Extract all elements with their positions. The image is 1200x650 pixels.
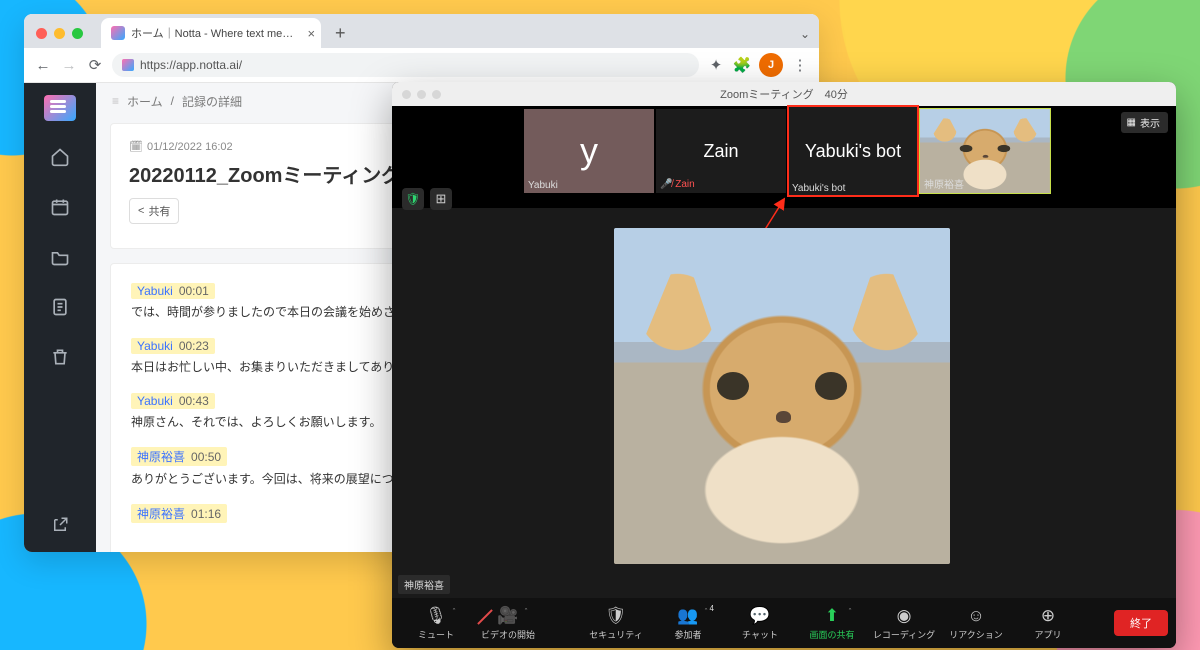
chevron-up-icon[interactable]: ＾ bbox=[702, 608, 710, 619]
meeting-status-icons: 🛡 ⊞ bbox=[402, 188, 452, 210]
chat-button[interactable]: 💬チャット bbox=[724, 606, 796, 641]
chat-icon: 💬 bbox=[724, 606, 796, 626]
participant-tile-bot[interactable]: Yabuki's bot Yabuki's bot bbox=[788, 106, 918, 196]
breadcrumb-home[interactable]: ホーム bbox=[127, 93, 163, 110]
shield-icon: 🛡 bbox=[580, 606, 652, 626]
address-bar[interactable]: https://app.notta.ai/ bbox=[112, 53, 699, 77]
sidebar-external-icon[interactable] bbox=[46, 511, 74, 539]
tab-favicon bbox=[111, 26, 125, 40]
share-screen-icon: ⬆ bbox=[796, 606, 868, 626]
zoom-toolbar: 🎙＾ミュート 🎥＾ビデオの開始 🛡セキュリティ 👥4＾参加者 💬チャット ⬆＾画… bbox=[392, 598, 1176, 648]
video-button[interactable]: 🎥＾ビデオの開始 bbox=[472, 606, 544, 641]
share-screen-button[interactable]: ⬆＾画面の共有 bbox=[796, 606, 868, 641]
minimize-window-icon[interactable] bbox=[417, 90, 426, 99]
minimize-window-icon[interactable] bbox=[54, 28, 65, 39]
chevron-up-icon[interactable]: ＾ bbox=[522, 608, 530, 619]
zoom-title: Zoomミーティング 40分 bbox=[392, 86, 1176, 102]
mic-icon: 🎙 bbox=[400, 606, 472, 626]
new-tab-button[interactable]: + bbox=[327, 20, 353, 46]
sidebar-trash-icon[interactable] bbox=[46, 343, 74, 371]
close-tab-icon[interactable]: × bbox=[303, 25, 319, 41]
sidebar-home-icon[interactable] bbox=[46, 143, 74, 171]
smile-icon: ☺ bbox=[940, 606, 1012, 626]
participant-tile[interactable]: Zain 🎤̸ Zain bbox=[656, 109, 786, 193]
apps-icon: ⊕ bbox=[1012, 606, 1084, 626]
fullscreen-window-icon[interactable] bbox=[72, 28, 83, 39]
zoom-window: Zoomミーティング 40分 y Yabuki Zain 🎤̸ Zain Yab… bbox=[392, 82, 1176, 648]
reload-button[interactable]: ⟳ bbox=[86, 56, 104, 74]
security-button[interactable]: 🛡セキュリティ bbox=[580, 606, 652, 641]
zoom-titlebar: Zoomミーティング 40分 bbox=[392, 82, 1176, 106]
sidebar-folder-icon[interactable] bbox=[46, 243, 74, 271]
site-lock-icon bbox=[122, 59, 134, 71]
end-meeting-button[interactable]: 終了 bbox=[1114, 610, 1168, 636]
participants-count: 4 bbox=[710, 604, 714, 613]
participants-button[interactable]: 👥4＾参加者 bbox=[652, 606, 724, 641]
breadcrumb-detail: 記録の詳細 bbox=[182, 93, 242, 110]
gallery-toggle-icon[interactable]: ⊞ bbox=[430, 188, 452, 210]
notta-logo-icon[interactable] bbox=[44, 95, 76, 121]
close-window-icon[interactable] bbox=[36, 28, 47, 39]
active-speaker-label: 神原裕喜 bbox=[398, 575, 450, 594]
grid-icon: ▦ bbox=[1127, 117, 1136, 128]
chevron-up-icon[interactable]: ＾ bbox=[450, 608, 458, 619]
record-icon: ◉ bbox=[868, 606, 940, 626]
mute-button[interactable]: 🎙＾ミュート bbox=[400, 606, 472, 641]
profile-avatar[interactable]: J bbox=[759, 53, 783, 77]
video-feed bbox=[614, 228, 950, 564]
url-text: https://app.notta.ai/ bbox=[140, 58, 242, 72]
apps-button[interactable]: ⊕アプリ bbox=[1012, 606, 1084, 641]
browser-tab[interactable]: ホーム｜Notta - Where text me… × bbox=[101, 18, 321, 48]
address-bar-row: ← → ⟳ https://app.notta.ai/ ✦ 🧩 J ⋮ bbox=[24, 48, 819, 83]
chevron-up-icon[interactable]: ＾ bbox=[846, 608, 854, 619]
forward-button[interactable]: → bbox=[60, 56, 78, 74]
encryption-shield-icon[interactable]: 🛡 bbox=[402, 188, 424, 210]
window-controls bbox=[24, 28, 95, 48]
active-speaker-video[interactable] bbox=[614, 228, 950, 564]
participant-tile[interactable]: 神原裕喜 bbox=[920, 109, 1050, 193]
fullscreen-window-icon[interactable] bbox=[432, 90, 441, 99]
tab-title: ホーム｜Notta - Where text me… bbox=[131, 25, 293, 41]
camera-off-icon: 🎥 bbox=[472, 606, 544, 626]
sidebar bbox=[24, 83, 96, 552]
breadcrumb-sep: / bbox=[171, 94, 174, 108]
reactions-button[interactable]: ☺リアクション bbox=[940, 606, 1012, 641]
extensions-icon[interactable]: ✦ bbox=[707, 56, 725, 74]
breadcrumb-menu-icon[interactable]: ≡ bbox=[112, 94, 119, 108]
share-button[interactable]: < 共有 bbox=[129, 198, 179, 224]
sidebar-calendar-icon[interactable] bbox=[46, 193, 74, 221]
close-window-icon[interactable] bbox=[402, 90, 411, 99]
view-mode-button[interactable]: ▦ 表示 bbox=[1121, 112, 1168, 133]
participant-tile[interactable]: y Yabuki bbox=[524, 109, 654, 193]
extension-puzzle-icon[interactable]: 🧩 bbox=[733, 56, 751, 74]
sidebar-notes-icon[interactable] bbox=[46, 293, 74, 321]
gallery-strip: y Yabuki Zain 🎤̸ Zain Yabuki's bot Yabuk… bbox=[392, 106, 1176, 208]
tabs-overflow-icon[interactable]: ⌄ bbox=[791, 20, 819, 48]
muted-mic-icon: 🎤̸ Zain bbox=[660, 179, 695, 190]
browser-tabstrip: ホーム｜Notta - Where text me… × + ⌄ bbox=[24, 14, 819, 48]
share-icon: < bbox=[138, 205, 144, 217]
record-button[interactable]: ◉レコーディング bbox=[868, 606, 940, 641]
browser-menu-icon[interactable]: ⋮ bbox=[791, 56, 809, 74]
back-button[interactable]: ← bbox=[34, 56, 52, 74]
